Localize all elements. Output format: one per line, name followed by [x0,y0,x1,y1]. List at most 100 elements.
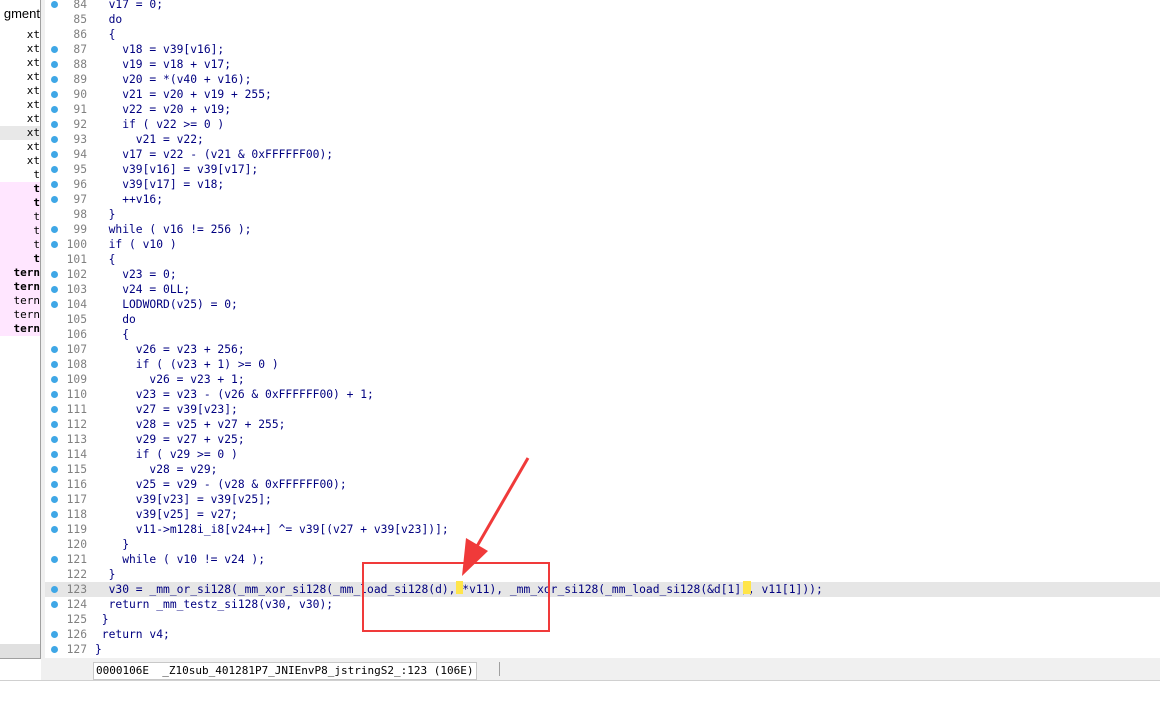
code-line[interactable]: 122 } [45,567,1160,582]
segment-row[interactable]: xt [0,56,40,70]
breakpoint-dot-icon[interactable] [51,391,58,398]
segment-row[interactable]: tern [0,322,40,336]
code-text[interactable]: v20 = *(v40 + v16); [95,72,251,87]
segment-row[interactable]: xt [0,126,40,140]
segment-row[interactable]: t [0,196,40,210]
code-text[interactable]: v19 = v18 + v17; [95,57,231,72]
breakpoint-dot-icon[interactable] [51,61,58,68]
code-line[interactable]: 98 } [45,207,1160,222]
code-text[interactable]: v26 = v23 + 1; [95,372,244,387]
code-line[interactable]: 92 if ( v22 >= 0 ) [45,117,1160,132]
segment-row[interactable]: xt [0,154,40,168]
code-text[interactable]: v29 = v27 + v25; [95,432,245,447]
segment-row[interactable]: xt [0,28,40,42]
breakpoint-dot-icon[interactable] [51,511,58,518]
breakpoint-dot-icon[interactable] [51,556,58,563]
code-line[interactable]: 107 v26 = v23 + 256; [45,342,1160,357]
segment-row[interactable]: t [0,210,40,224]
code-text[interactable]: } [95,642,102,657]
code-text[interactable]: do [95,12,123,27]
code-line[interactable]: 94 v17 = v22 - (v21 & 0xFFFFFF00); [45,147,1160,162]
code-text[interactable]: v28 = v25 + v27 + 255; [95,417,286,432]
code-text[interactable]: } [95,537,129,552]
code-text[interactable]: return _mm_testz_si128(v30, v30); [95,597,333,612]
breakpoint-dot-icon[interactable] [51,121,58,128]
code-line[interactable]: 126 return v4; [45,627,1160,642]
breakpoint-dot-icon[interactable] [51,526,58,533]
breakpoint-dot-icon[interactable] [51,286,58,293]
code-text[interactable]: v23 = 0; [95,267,176,282]
segment-row[interactable]: xt [0,42,40,56]
code-text[interactable]: while ( v16 != 256 ); [95,222,252,237]
segment-row[interactable]: xt [0,140,40,154]
breakpoint-dot-icon[interactable] [51,436,58,443]
code-line[interactable]: 114 if ( v29 >= 0 ) [45,447,1160,462]
code-text[interactable]: v39[v16] = v39[v17]; [95,162,258,177]
code-text[interactable]: } [95,567,116,582]
code-text[interactable]: v17 = v22 - (v21 & 0xFFFFFF00); [95,147,333,162]
segment-row[interactable]: xt [0,98,40,112]
code-text[interactable]: v39[v17] = v18; [95,177,224,192]
code-line[interactable]: 119 v11->m128i_i8[v24++] ^= v39[(v27 + v… [45,522,1160,537]
code-line[interactable]: 101 { [45,252,1160,267]
code-text[interactable]: v28 = v29; [95,462,217,477]
code-text[interactable]: } [95,612,109,627]
segment-row[interactable]: tern [0,266,40,280]
segment-row[interactable]: t [0,168,40,182]
breakpoint-dot-icon[interactable] [51,361,58,368]
code-text[interactable]: ++v16; [95,192,163,207]
code-text[interactable]: v22 = v20 + v19; [95,102,231,117]
breakpoint-dot-icon[interactable] [51,346,58,353]
code-line[interactable]: 127} [45,642,1160,657]
code-line[interactable]: 110 v23 = v23 - (v26 & 0xFFFFFF00) + 1; [45,387,1160,402]
code-line[interactable]: 112 v28 = v25 + v27 + 255; [45,417,1160,432]
segment-row[interactable]: xt [0,84,40,98]
code-text[interactable]: v11->m128i_i8[v24++] ^= v39[(v27 + v39[v… [95,522,449,537]
code-line[interactable]: 95 v39[v16] = v39[v17]; [45,162,1160,177]
code-text[interactable]: v39[v25] = v27; [95,507,238,522]
breakpoint-dot-icon[interactable] [51,166,58,173]
code-text[interactable]: v18 = v39[v16]; [95,42,224,57]
code-line[interactable]: 120 } [45,537,1160,552]
code-text[interactable]: if ( (v23 + 1) >= 0 ) [95,357,279,372]
breakpoint-dot-icon[interactable] [51,586,58,593]
code-line[interactable]: 106 { [45,327,1160,342]
segment-row[interactable]: tern [0,308,40,322]
code-line[interactable]: 85 do [45,12,1160,27]
breakpoint-dot-icon[interactable] [51,241,58,248]
code-line[interactable]: 84 v17 = 0; [45,0,1160,12]
segment-row[interactable]: t [0,224,40,238]
code-line[interactable]: 108 if ( (v23 + 1) >= 0 ) [45,357,1160,372]
code-line[interactable]: 124 return _mm_testz_si128(v30, v30); [45,597,1160,612]
breakpoint-dot-icon[interactable] [51,496,58,503]
code-text[interactable]: LODWORD(v25) = 0; [95,297,238,312]
code-line[interactable]: 115 v28 = v29; [45,462,1160,477]
segment-column-header[interactable]: gment [0,6,40,21]
code-line[interactable]: 104 LODWORD(v25) = 0; [45,297,1160,312]
code-text[interactable]: v21 = v20 + v19 + 255; [95,87,272,102]
code-line[interactable]: 109 v26 = v23 + 1; [45,372,1160,387]
code-line[interactable]: 88 v19 = v18 + v17; [45,57,1160,72]
code-text[interactable]: v25 = v29 - (v28 & 0xFFFFFF00); [95,477,347,492]
code-line[interactable]: 91 v22 = v20 + v19; [45,102,1160,117]
code-text[interactable]: v21 = v22; [95,132,204,147]
breakpoint-dot-icon[interactable] [51,481,58,488]
code-text[interactable]: v23 = v23 - (v26 & 0xFFFFFF00) + 1; [95,387,374,402]
code-line[interactable]: 113 v29 = v27 + v25; [45,432,1160,447]
breakpoint-dot-icon[interactable] [51,271,58,278]
code-line[interactable]: 121 while ( v10 != v24 ); [45,552,1160,567]
segment-row[interactable]: xt [0,112,40,126]
code-line[interactable]: 93 v21 = v22; [45,132,1160,147]
breakpoint-dot-icon[interactable] [51,376,58,383]
code-text[interactable]: v24 = 0LL; [95,282,190,297]
code-line[interactable]: 89 v20 = *(v40 + v16); [45,72,1160,87]
code-line[interactable]: 97 ++v16; [45,192,1160,207]
code-line[interactable]: 125 } [45,612,1160,627]
breakpoint-dot-icon[interactable] [51,181,58,188]
code-line[interactable]: 123 v30 = _mm_or_si128(_mm_xor_si128(_mm… [45,582,1160,597]
breakpoint-dot-icon[interactable] [51,406,58,413]
code-line[interactable]: 105 do [45,312,1160,327]
code-line[interactable]: 100 if ( v10 ) [45,237,1160,252]
breakpoint-dot-icon[interactable] [51,196,58,203]
breakpoint-dot-icon[interactable] [51,46,58,53]
